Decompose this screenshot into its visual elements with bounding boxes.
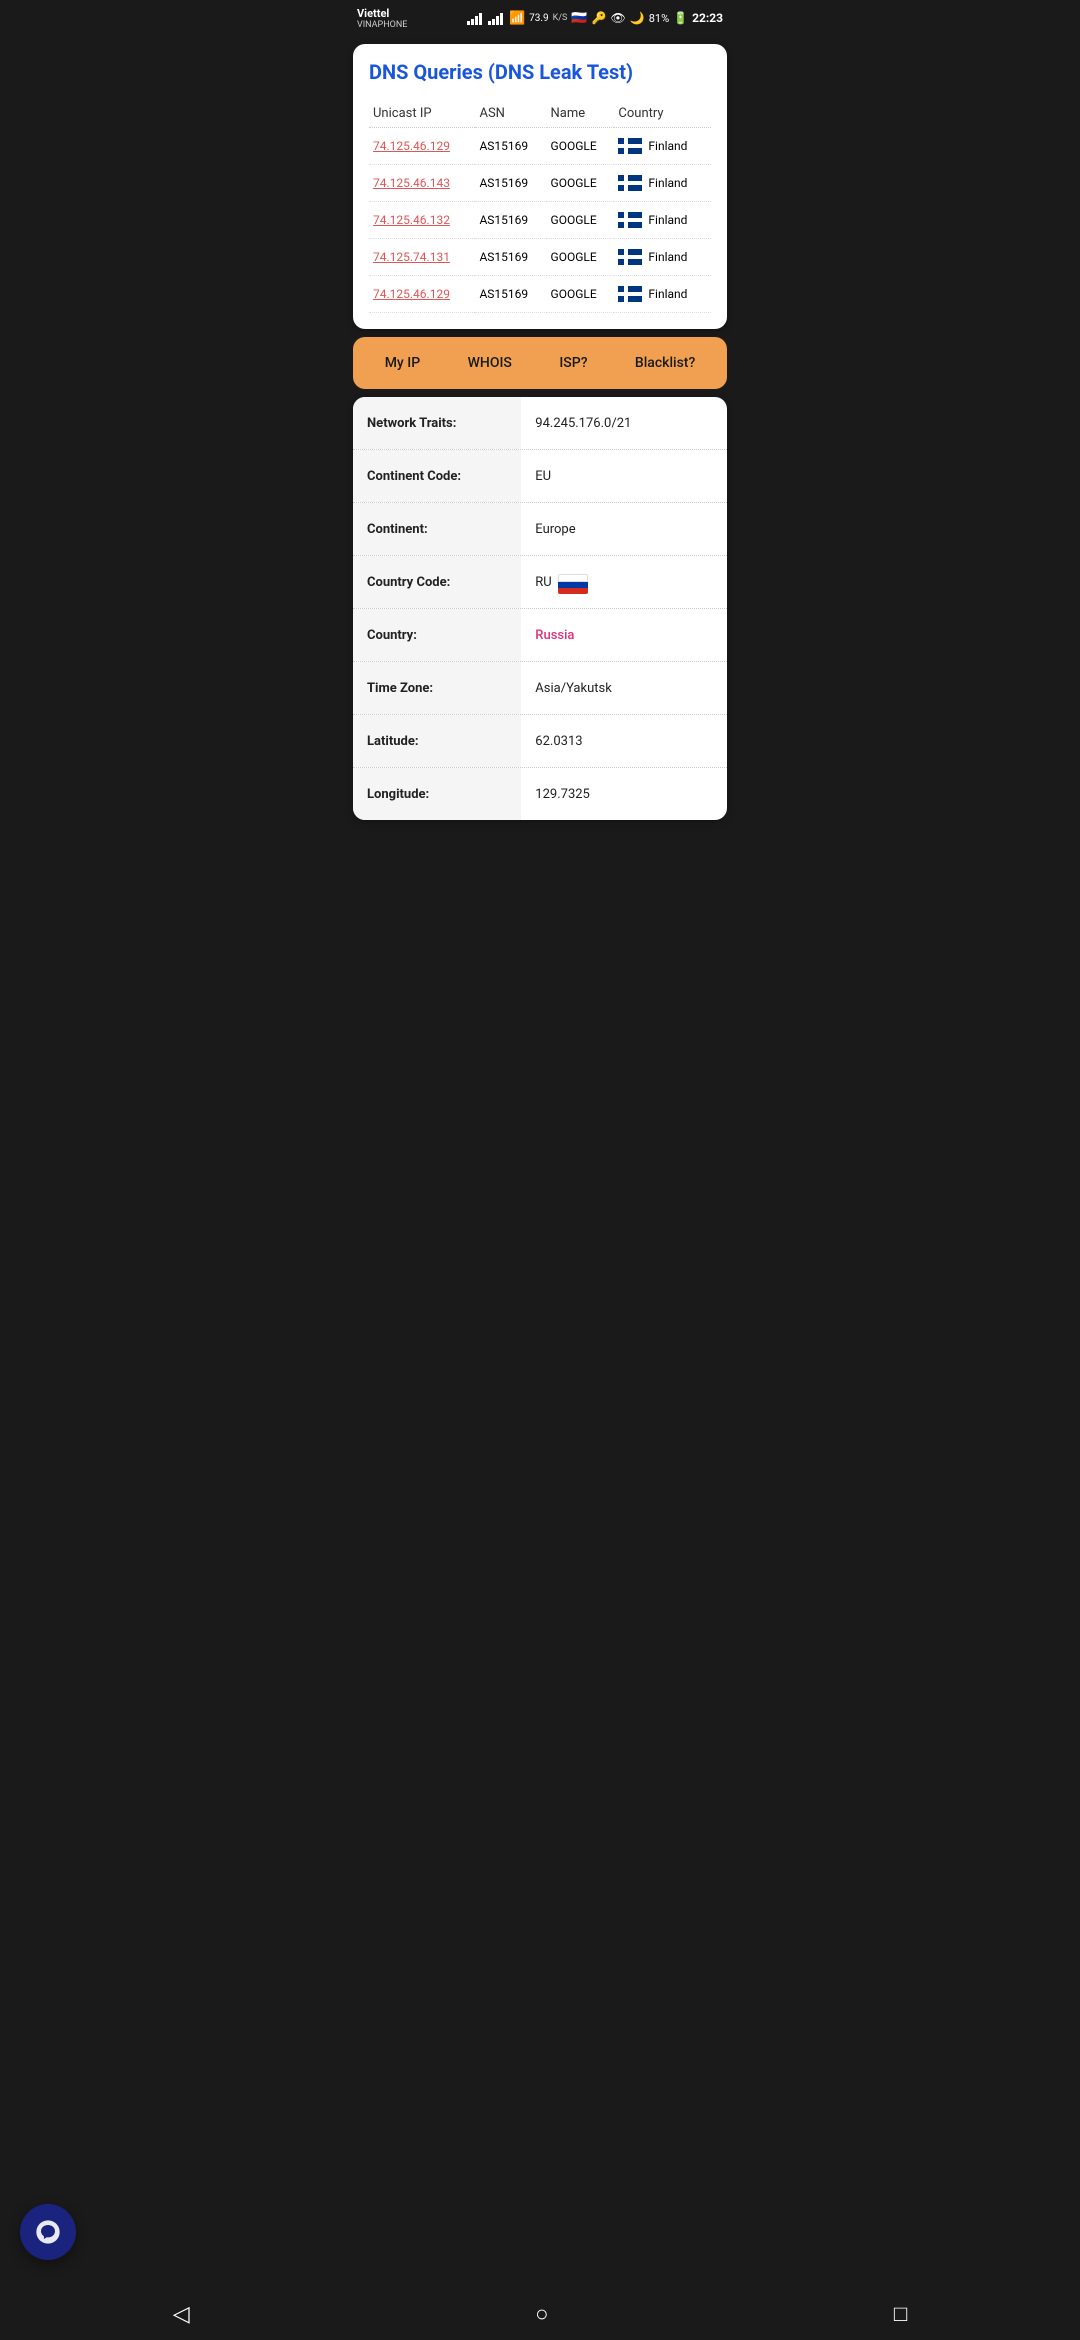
- info-row-network: Network Traits: 94.245.176.0/21: [353, 397, 727, 450]
- cell-ip[interactable]: 74.125.46.129: [369, 128, 475, 165]
- russia-flag: [558, 571, 588, 594]
- value-network-traits: 94.245.176.0/21: [521, 404, 727, 443]
- cell-name: GOOGLE: [547, 128, 615, 165]
- info-row-country: Country: Russia: [353, 609, 727, 662]
- bottom-nav-bar: ◁ ○ □: [0, 2288, 1080, 2340]
- finland-flag-icon: [618, 286, 642, 302]
- cell-name: GOOGLE: [547, 239, 615, 276]
- carrier-name: Viettel: [357, 7, 407, 20]
- label-longitude: Longitude:: [353, 768, 521, 820]
- value-country: Russia: [521, 616, 727, 655]
- main-content: DNS Queries (DNS Leak Test) Unicast IP A…: [345, 36, 735, 828]
- table-row: 74.125.46.129AS15169GOOGLE Finland: [369, 128, 711, 165]
- cell-name: GOOGLE: [547, 165, 615, 202]
- network-name: VINAPHONE: [357, 20, 407, 30]
- cell-country: Finland: [614, 202, 711, 239]
- value-continent-code: EU: [521, 457, 727, 496]
- table-row: 74.125.46.132AS15169GOOGLE Finland: [369, 202, 711, 239]
- cell-country: Finland: [614, 165, 711, 202]
- finland-flag-icon: [618, 249, 642, 265]
- battery-icon: 🔋: [673, 11, 688, 25]
- cell-asn: AS15169: [475, 165, 546, 202]
- chat-button[interactable]: [20, 2204, 76, 2260]
- table-row: 74.125.46.143AS15169GOOGLE Finland: [369, 165, 711, 202]
- signal-icon: [467, 11, 482, 25]
- table-row: 74.125.46.129AS15169GOOGLE Finland: [369, 276, 711, 313]
- chat-icon: [34, 2218, 62, 2246]
- info-row-timezone: Time Zone: Asia/Yakutsk: [353, 662, 727, 715]
- dns-card-title: DNS Queries (DNS Leak Test): [369, 60, 711, 84]
- signal-icon-2: [488, 11, 503, 25]
- table-row: 74.125.74.131AS15169GOOGLE Finland: [369, 239, 711, 276]
- label-network-traits: Network Traits:: [353, 397, 521, 449]
- label-country: Country:: [353, 609, 521, 661]
- cell-country: Finland: [614, 239, 711, 276]
- cell-name: GOOGLE: [547, 276, 615, 313]
- info-row-latitude: Latitude: 62.0313: [353, 715, 727, 768]
- col-name: Name: [547, 100, 615, 128]
- cell-country: Finland: [614, 276, 711, 313]
- finland-flag-icon: [618, 175, 642, 191]
- value-latitude: 62.0313: [521, 722, 727, 761]
- nav-tabs: My IP WHOIS ISP? Blacklist?: [353, 337, 727, 389]
- label-continent: Continent:: [353, 503, 521, 555]
- tab-isp[interactable]: ISP?: [551, 351, 595, 375]
- info-row-continent: Continent: Europe: [353, 503, 727, 556]
- value-longitude: 129.7325: [521, 775, 727, 814]
- battery-percent: 81%: [649, 12, 669, 25]
- col-country: Country: [614, 100, 711, 128]
- value-continent: Europe: [521, 510, 727, 549]
- status-right: 📶 73.9 K/S 🇷🇺 🔑 👁 🌙 81% 🔋 22:23: [467, 11, 723, 26]
- col-ip: Unicast IP: [369, 100, 475, 128]
- moon-icon: 🌙: [630, 11, 645, 25]
- time: 22:23: [692, 11, 723, 25]
- cell-ip[interactable]: 74.125.46.143: [369, 165, 475, 202]
- value-timezone: Asia/Yakutsk: [521, 669, 727, 708]
- value-country-code: RU: [521, 559, 727, 606]
- label-timezone: Time Zone:: [353, 662, 521, 714]
- home-button[interactable]: ○: [515, 2293, 568, 2335]
- label-country-code: Country Code:: [353, 556, 521, 608]
- tab-my-ip[interactable]: My IP: [377, 351, 428, 375]
- cell-asn: AS15169: [475, 239, 546, 276]
- cell-asn: AS15169: [475, 128, 546, 165]
- cell-ip[interactable]: 74.125.74.131: [369, 239, 475, 276]
- cell-name: GOOGLE: [547, 202, 615, 239]
- status-bar: Viettel VINAPHONE 📶 73.9 K/S 🇷🇺 🔑 👁 🌙 81…: [345, 0, 735, 36]
- wifi-icon: 📶: [509, 11, 525, 26]
- eye-icon: 👁: [611, 11, 626, 25]
- flag-icon: 🇷🇺: [571, 11, 587, 26]
- cell-asn: AS15169: [475, 276, 546, 313]
- dns-table: Unicast IP ASN Name Country 74.125.46.12…: [369, 100, 711, 313]
- label-continent-code: Continent Code:: [353, 450, 521, 502]
- back-button[interactable]: ◁: [153, 2294, 210, 2335]
- cell-asn: AS15169: [475, 202, 546, 239]
- key-icon: 🔑: [592, 11, 607, 25]
- info-row-longitude: Longitude: 129.7325: [353, 768, 727, 820]
- recent-button[interactable]: □: [874, 2293, 927, 2335]
- col-asn: ASN: [475, 100, 546, 128]
- cell-country: Finland: [614, 128, 711, 165]
- finland-flag-icon: [618, 138, 642, 154]
- tab-whois[interactable]: WHOIS: [460, 351, 520, 375]
- speed-value: 73.9: [529, 13, 549, 24]
- cell-ip[interactable]: 74.125.46.132: [369, 202, 475, 239]
- info-card: Network Traits: 94.245.176.0/21 Continen…: [353, 397, 727, 820]
- finland-flag-icon: [618, 212, 642, 228]
- cell-ip[interactable]: 74.125.46.129: [369, 276, 475, 313]
- info-row-country-code: Country Code: RU: [353, 556, 727, 609]
- info-row-continent-code: Continent Code: EU: [353, 450, 727, 503]
- carrier-info: Viettel VINAPHONE: [357, 7, 407, 30]
- tab-blacklist[interactable]: Blacklist?: [627, 351, 703, 375]
- label-latitude: Latitude:: [353, 715, 521, 767]
- dns-card: DNS Queries (DNS Leak Test) Unicast IP A…: [353, 44, 727, 329]
- speed-unit: K/S: [553, 13, 568, 23]
